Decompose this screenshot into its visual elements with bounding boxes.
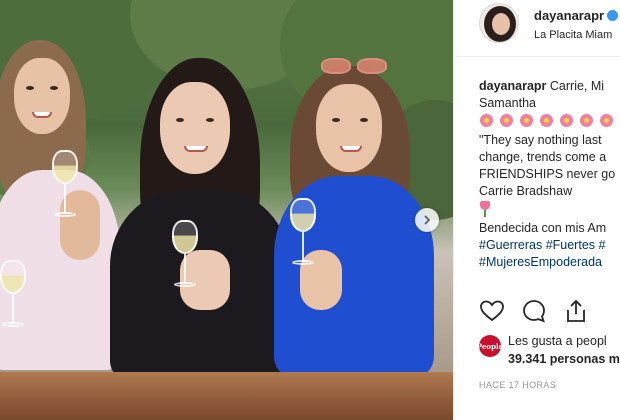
quote-line: Carrie Bradshaw xyxy=(479,184,573,198)
flower-icon xyxy=(599,113,614,128)
flower-icon xyxy=(579,113,594,128)
quote-line: change, trends come a xyxy=(479,150,607,164)
heart-icon xyxy=(480,300,504,322)
likes-text[interactable]: Les gusta a peopl xyxy=(508,334,607,348)
location-link[interactable]: La Placita Miam xyxy=(534,29,612,41)
username-link[interactable]: dayanarapr xyxy=(534,8,619,23)
flower-icon xyxy=(479,113,494,128)
like-button[interactable] xyxy=(479,298,505,324)
caption: dayanarapr Carrie, Mi Samantha "They say… xyxy=(479,78,620,271)
liker-avatar[interactable]: People xyxy=(477,335,503,357)
hashtag-line[interactable]: #MujeresEmpoderada xyxy=(479,254,620,271)
flower-icon xyxy=(559,113,574,128)
flower-icon xyxy=(519,113,534,128)
avatar[interactable] xyxy=(479,3,519,43)
blessing-line: Bendecida con mis Am xyxy=(479,221,607,235)
post-photo[interactable] xyxy=(0,0,453,420)
table xyxy=(0,372,453,420)
caption-intro: Carrie, Mi xyxy=(549,79,605,93)
caption-first-line: dayanarapr Carrie, Mi xyxy=(479,78,620,95)
next-photo-button[interactable] xyxy=(415,208,439,232)
hashtag-line[interactable]: #Guerreras #Fuertes # xyxy=(479,237,620,254)
share-icon xyxy=(567,299,585,322)
flower-icon xyxy=(539,113,554,128)
caption-username[interactable]: dayanarapr xyxy=(479,79,546,93)
sunglasses xyxy=(321,58,391,76)
share-button[interactable] xyxy=(563,298,589,324)
username[interactable]: dayanarapr xyxy=(534,8,604,23)
tulip-emoji-row xyxy=(479,200,620,220)
quote-line: FRIENDSHIPS never go xyxy=(479,167,616,181)
verified-badge-icon xyxy=(607,10,619,21)
likes-count[interactable]: 39.341 personas m xyxy=(508,352,620,366)
quote-line: "They say nothing last xyxy=(479,133,602,147)
post-sidebar: dayanarapr La Placita Miam dayanarapr Ca… xyxy=(453,0,620,420)
flower-icon xyxy=(499,113,514,128)
tulip-icon xyxy=(479,200,491,217)
comment-button[interactable] xyxy=(521,298,547,324)
flower-emoji-row xyxy=(479,112,620,132)
post-timestamp[interactable]: HACE 17 HORAS xyxy=(479,380,556,390)
caption-intro-cont: Samantha xyxy=(479,96,536,110)
comment-icon xyxy=(523,300,545,323)
chevron-right-icon xyxy=(424,215,431,225)
post-header: dayanarapr La Placita Miam xyxy=(454,0,620,57)
